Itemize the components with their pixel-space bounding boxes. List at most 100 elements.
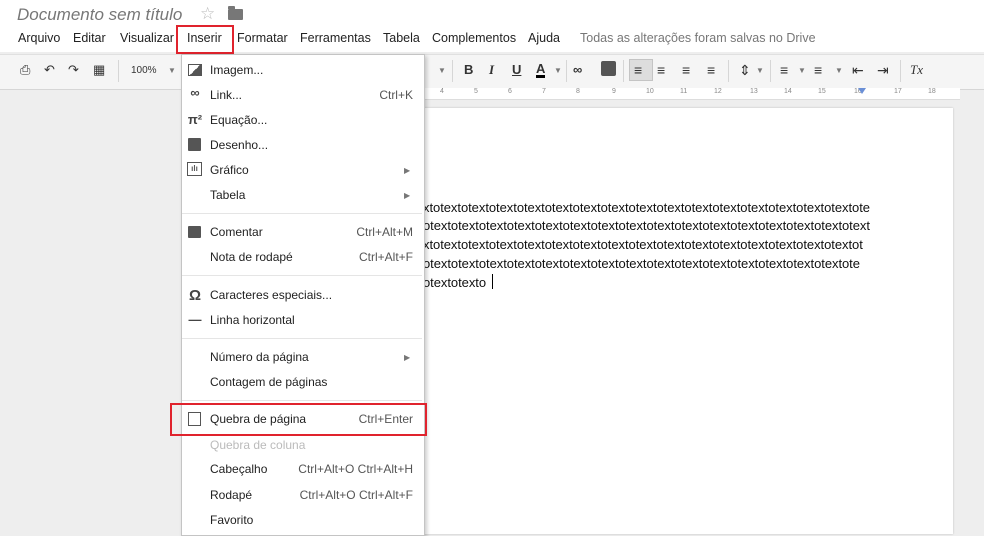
shortcut-header: Ctrl+Alt+O Ctrl+Alt+H	[298, 462, 413, 476]
ruler-tick: 7	[542, 88, 546, 95]
chart-icon: ılı	[187, 162, 202, 176]
align-right-icon[interactable]: ≡	[682, 62, 690, 78]
shortcut-footnote: Ctrl+Alt+F	[358, 250, 413, 264]
bold-button[interactable]: B	[464, 62, 473, 77]
toolbar-divider	[452, 60, 453, 82]
menu-arquivo[interactable]: Arquivo	[18, 31, 60, 45]
menu-divider	[182, 275, 422, 276]
document-text-line[interactable]: otextotextotextotextotextotextotextotext…	[423, 256, 860, 271]
insert-menu-page-count[interactable]: Contagem de páginas	[210, 375, 327, 389]
pi-icon: π²	[187, 112, 203, 127]
menu-formatar[interactable]: Formatar	[237, 31, 288, 45]
link-icon[interactable]: ∞	[573, 62, 582, 77]
ruler-tick: 6	[508, 88, 512, 95]
ruler-tick: 15	[818, 88, 826, 95]
ruler[interactable]: 4 5 6 7 8 9 10 11 12 13 14 15 16 17 18	[420, 88, 960, 100]
right-indent-marker[interactable]	[858, 88, 866, 94]
submenu-arrow-icon: ▶	[404, 191, 411, 200]
shortcut-footer: Ctrl+Alt+O Ctrl+Alt+F	[299, 488, 413, 502]
star-icon[interactable]: ☆	[200, 4, 215, 24]
numbered-list-icon[interactable]: ≡	[780, 62, 788, 78]
insert-menu-bookmark[interactable]: Favorito	[210, 513, 253, 527]
insert-menu-table[interactable]: Tabela	[210, 188, 245, 202]
insert-menu-chart[interactable]: Gráfico	[210, 163, 249, 177]
insert-menu-drawing[interactable]: Desenho...	[210, 138, 268, 152]
bulleted-list-dropdown-icon[interactable]: ▼	[835, 66, 843, 75]
print-icon[interactable]: ⎙	[20, 62, 30, 78]
align-center-icon[interactable]: ≡	[657, 62, 665, 78]
clear-formatting-button[interactable]: Tx	[910, 62, 923, 78]
bulleted-list-icon[interactable]: ≡	[814, 62, 822, 78]
document-title[interactable]: Documento sem título	[17, 5, 182, 25]
menu-ajuda[interactable]: Ajuda	[528, 31, 560, 45]
toolbar-divider	[118, 60, 119, 82]
ruler-tick: 8	[576, 88, 580, 95]
submenu-arrow-icon: ▶	[404, 353, 411, 362]
toolbar-divider	[900, 60, 901, 82]
align-justify-icon[interactable]: ≡	[707, 62, 715, 78]
document-text-line[interactable]: otextotexto	[423, 275, 486, 290]
comment-icon	[188, 226, 201, 238]
insert-menu-footer[interactable]: Rodapé	[210, 488, 252, 502]
inserir-highlight-box	[176, 25, 234, 54]
insert-menu-horizontal-line[interactable]: Linha horizontal	[210, 313, 295, 327]
zoom-dropdown-icon[interactable]: ▼	[168, 66, 176, 75]
toolbar-divider	[728, 60, 729, 82]
ruler-tick: 10	[646, 88, 654, 95]
document-text-line[interactable]: otextotextotextotextotextotextotextotext…	[423, 218, 870, 233]
line-spacing-dropdown-icon[interactable]: ▼	[756, 66, 764, 75]
document-text-line[interactable]: xtotextotextotextotextotextotextotextote…	[423, 237, 863, 252]
zoom-select[interactable]: 100%	[131, 65, 157, 76]
menu-editar[interactable]: Editar	[73, 31, 106, 45]
insert-menu-page-number[interactable]: Número da página	[210, 350, 309, 364]
menu-visualizar[interactable]: Visualizar	[120, 31, 174, 45]
ruler-tick: 12	[714, 88, 722, 95]
link-icon: ∞	[190, 85, 200, 100]
menu-tabela[interactable]: Tabela	[383, 31, 420, 45]
menu-complementos[interactable]: Complementos	[432, 31, 516, 45]
paint-format-icon[interactable]: ▦	[93, 62, 105, 78]
font-size-dropdown-icon[interactable]: ▼	[438, 66, 446, 75]
undo-icon[interactable]: ↶	[44, 62, 55, 78]
text-color-button[interactable]: A	[536, 62, 546, 78]
ruler-tick: 9	[612, 88, 616, 95]
increase-indent-icon[interactable]: ⇥	[877, 62, 889, 79]
redo-icon[interactable]: ↷	[68, 62, 79, 78]
menu-divider	[182, 213, 422, 214]
line-spacing-icon[interactable]: ⇕	[739, 62, 751, 79]
document-page[interactable]	[420, 108, 953, 534]
insert-menu-special-characters[interactable]: Caracteres especiais...	[210, 288, 332, 302]
toolbar-divider	[623, 60, 624, 82]
insert-menu-image[interactable]: Imagem...	[210, 63, 263, 77]
page-break-highlight-box	[170, 403, 427, 436]
comment-icon[interactable]	[601, 61, 616, 76]
menu-divider	[182, 400, 422, 401]
image-icon	[188, 64, 202, 76]
menu-divider	[182, 338, 422, 339]
save-status[interactable]: Todas as alterações foram salvas no Driv…	[580, 31, 816, 45]
shortcut-comment: Ctrl+Alt+M	[356, 225, 413, 239]
insert-menu-link[interactable]: Link...	[210, 88, 242, 102]
folder-icon[interactable]	[228, 6, 243, 20]
italic-button[interactable]: I	[489, 62, 494, 78]
numbered-list-dropdown-icon[interactable]: ▼	[798, 66, 806, 75]
text-color-dropdown-icon[interactable]: ▼	[554, 66, 562, 75]
insert-menu-comment[interactable]: Comentar	[210, 225, 263, 239]
document-text-line[interactable]: xtotextotextotextotextotextotextotextote…	[423, 200, 870, 215]
horizontal-line-icon: —	[188, 312, 202, 327]
align-left-icon[interactable]: ≡	[634, 62, 642, 78]
toolbar-divider	[770, 60, 771, 82]
underline-button[interactable]: U	[512, 62, 521, 77]
ruler-tick: 11	[680, 88, 688, 95]
ruler-tick: 14	[784, 88, 792, 95]
toolbar-divider	[566, 60, 567, 82]
ruler-tick: 4	[440, 88, 444, 95]
drawing-icon	[188, 138, 201, 151]
omega-icon: Ω	[188, 287, 202, 304]
decrease-indent-icon[interactable]: ⇤	[852, 62, 864, 79]
insert-menu-equation[interactable]: Equação...	[210, 113, 267, 127]
text-cursor	[492, 274, 493, 289]
menu-ferramentas[interactable]: Ferramentas	[300, 31, 371, 45]
ruler-tick: 18	[928, 88, 936, 95]
ruler-tick: 17	[894, 88, 902, 95]
